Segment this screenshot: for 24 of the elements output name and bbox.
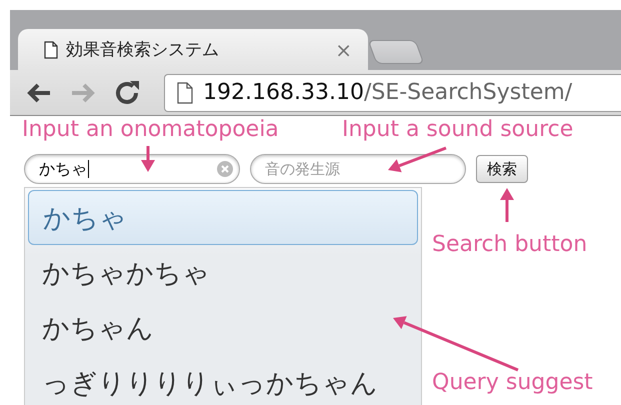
suggestion-item[interactable]: かちゃかちゃ: [28, 245, 418, 300]
annotation-label: Input a sound source: [342, 117, 574, 142]
sound-source-field[interactable]: 音の発生源: [250, 154, 466, 184]
onomatopoeia-field[interactable]: かちゃ: [24, 154, 240, 184]
suggestion-item[interactable]: かちゃ: [28, 190, 418, 245]
annotation-label: Search button: [432, 232, 588, 257]
text-cursor: [88, 160, 89, 178]
annotation-label: Input an onomatopoeia: [22, 117, 279, 142]
document-icon: [177, 82, 193, 104]
browser-tab[interactable]: 効果音検索システム ×: [18, 29, 368, 70]
document-icon: [44, 40, 58, 58]
leader-arrow: [500, 188, 514, 222]
clear-icon[interactable]: [217, 161, 233, 177]
close-icon[interactable]: ×: [335, 38, 352, 62]
suggestion-item[interactable]: っぎりりりりぃっかちゃん: [28, 355, 418, 405]
search-button[interactable]: 検索: [476, 155, 528, 183]
leader-arrow: [141, 146, 155, 172]
address-bar[interactable]: 192.168.33.10/SE-SearchSystem/: [164, 74, 621, 112]
tab-title: 効果音検索システム: [66, 39, 220, 61]
browser-tab[interactable]: [368, 40, 424, 64]
suggestion-item[interactable]: かちゃん: [28, 300, 418, 355]
annotation-label: Query suggest: [432, 370, 593, 395]
url-text: 192.168.33.10/SE-SearchSystem/: [203, 80, 572, 105]
leader-arrow: [388, 146, 447, 172]
